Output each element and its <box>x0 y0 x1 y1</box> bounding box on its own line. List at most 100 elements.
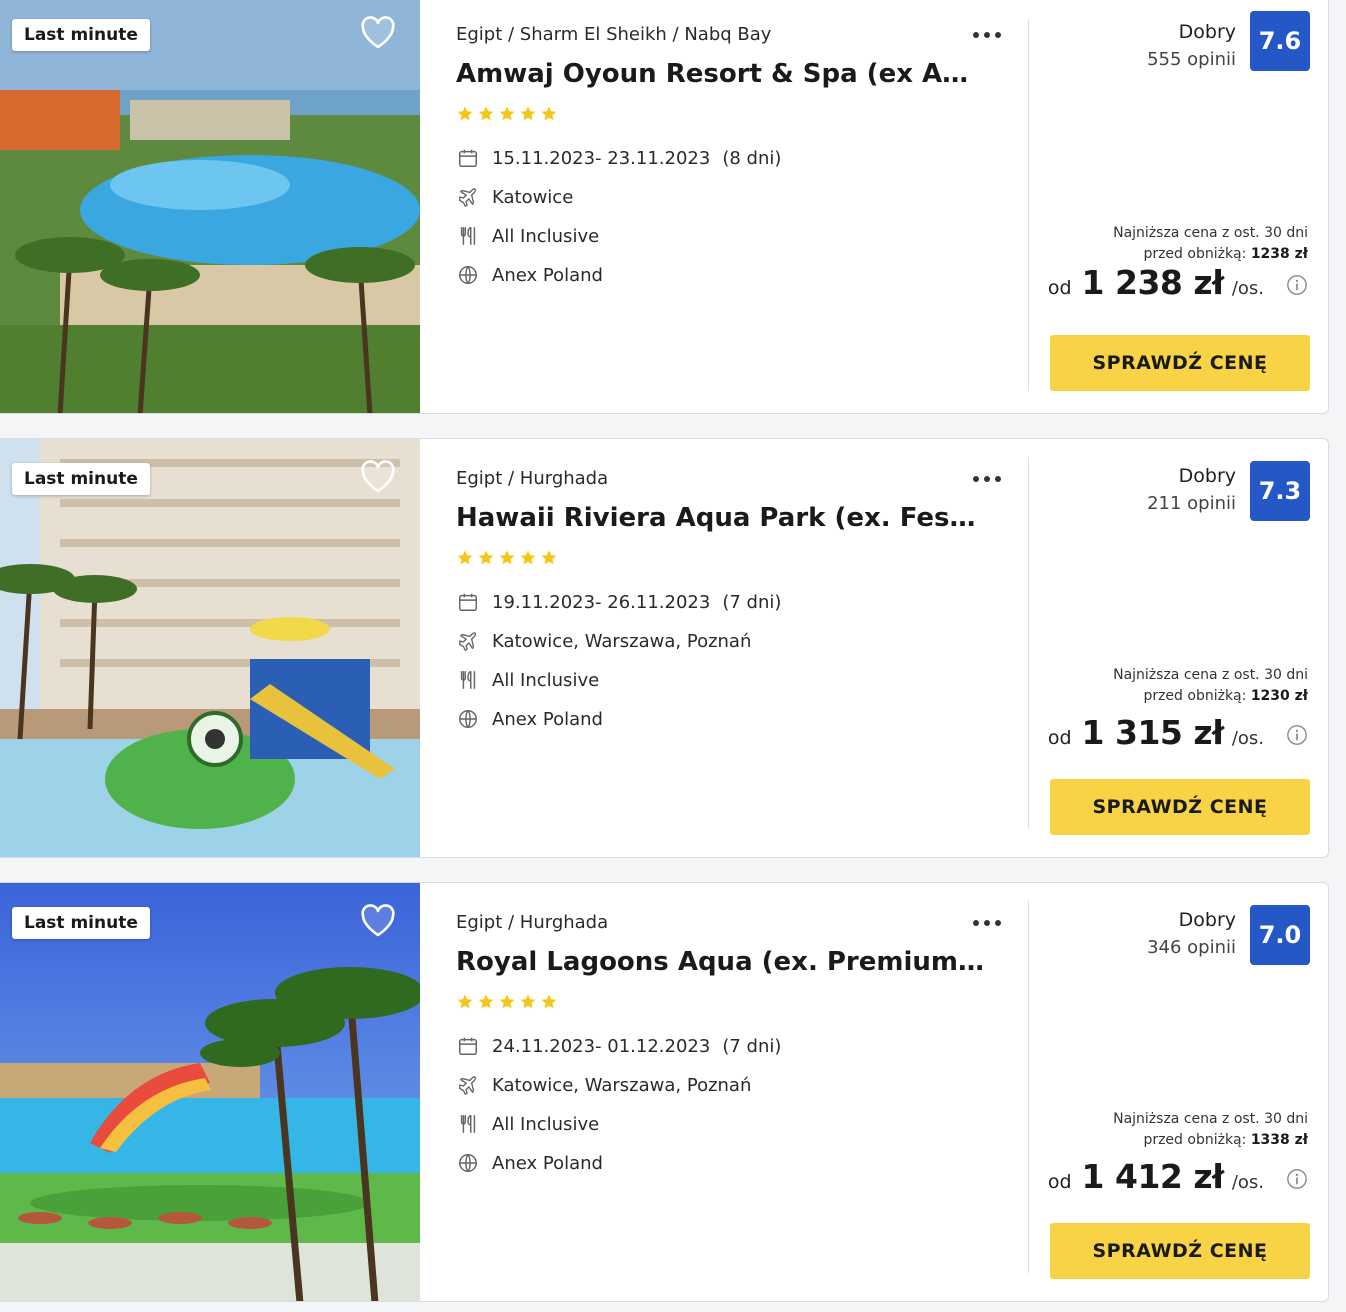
dates-row: 19.11.2023- 26.11.2023 (7 dni) <box>456 590 781 614</box>
check-price-button[interactable]: SPRAWDŹ CENĘ <box>1050 335 1310 391</box>
reviews-count[interactable]: 211 opinii <box>1147 493 1236 514</box>
more-options-icon[interactable] <box>971 472 1003 486</box>
plane-icon <box>456 1073 480 1097</box>
lowest-price-text: Najniższa cena z ost. 30 dni <box>1113 1111 1308 1127</box>
calendar-icon <box>456 1034 480 1058</box>
nights-count: (8 dni) <box>722 147 782 169</box>
board-type: All Inclusive <box>492 1113 600 1135</box>
price-suffix: /os. <box>1231 1172 1264 1193</box>
info-icon[interactable] <box>1286 274 1308 296</box>
favorite-heart-icon[interactable] <box>360 460 396 494</box>
star-icon <box>456 105 474 123</box>
hotel-title[interactable]: Royal Lagoons Aqua (ex. Premium Blue Lag… <box>456 947 984 977</box>
tour-operator: Anex Poland <box>492 264 603 286</box>
nights-count: (7 dni) <box>722 591 782 613</box>
departure-row: Katowice, Warszawa, Poznań <box>456 629 751 653</box>
star-icon <box>456 549 474 567</box>
lowest-price-note: Najniższa cena z ost. 30 dni przed obniż… <box>1113 1109 1308 1151</box>
star-icon <box>498 105 516 123</box>
reviews-count[interactable]: 346 opinii <box>1147 937 1236 958</box>
star-rating <box>456 105 558 123</box>
tour-operator: Anex Poland <box>492 1152 603 1174</box>
calendar-icon <box>456 590 480 614</box>
location-breadcrumb[interactable]: Egipt / Hurghada <box>456 468 608 489</box>
rating-label: Dobry <box>1178 21 1236 43</box>
globe-icon <box>456 263 480 287</box>
star-icon <box>519 993 537 1011</box>
hotel-title[interactable]: Amwaj Oyoun Resort & Spa (ex AA Amwaj Re… <box>456 59 984 89</box>
divider <box>1028 901 1029 1273</box>
favorite-heart-icon[interactable] <box>360 16 396 50</box>
tour-operator: Anex Poland <box>492 708 603 730</box>
star-icon <box>498 549 516 567</box>
star-icon <box>477 549 495 567</box>
rating-score-badge: 7.6 <box>1250 11 1310 71</box>
location-breadcrumb[interactable]: Egipt / Hurghada <box>456 912 608 933</box>
star-icon <box>477 105 495 123</box>
hotel-photo[interactable]: Last minute <box>0 883 420 1301</box>
departure-cities: Katowice <box>492 186 574 208</box>
favorite-heart-icon[interactable] <box>360 904 396 938</box>
hotel-photo[interactable]: Last minute <box>0 439 420 857</box>
info-icon[interactable] <box>1286 724 1308 746</box>
lowest-price-note: Najniższa cena z ost. 30 dni przed obniż… <box>1113 665 1308 707</box>
more-options-icon[interactable] <box>971 916 1003 930</box>
lowest-price-value: 1230 zł <box>1250 688 1308 704</box>
price-prefix: od <box>1047 727 1072 749</box>
lowest-price-text: Najniższa cena z ost. 30 dni <box>1113 225 1308 241</box>
operator-row: Anex Poland <box>456 707 603 731</box>
globe-icon <box>456 1151 480 1175</box>
last-minute-badge: Last minute <box>12 463 150 495</box>
reviews-count[interactable]: 555 opinii <box>1147 49 1236 70</box>
star-icon <box>540 993 558 1011</box>
price-amount: 1 315 zł <box>1081 713 1225 752</box>
last-minute-badge: Last minute <box>12 19 150 51</box>
offer-card[interactable]: Last minute Egipt / Hurghada Royal Lagoo… <box>0 882 1329 1302</box>
price-line: od 1 412 zł /os. <box>1048 1157 1308 1196</box>
palm-lagoon-photo <box>0 883 420 1301</box>
info-icon[interactable] <box>1286 1168 1308 1190</box>
hotel-title[interactable]: Hawaii Riviera Aqua Park (ex. Festival R… <box>456 503 984 533</box>
board-row: All Inclusive <box>456 224 599 248</box>
star-icon <box>519 105 537 123</box>
more-options-icon[interactable] <box>971 28 1003 42</box>
lowest-price-before: przed obniżką: <box>1143 1132 1247 1148</box>
cutlery-icon <box>456 668 480 692</box>
price-amount: 1 238 zł <box>1081 263 1225 302</box>
divider <box>1028 457 1029 829</box>
hotel-aquapark-photo <box>0 439 420 857</box>
check-price-button[interactable]: SPRAWDŹ CENĘ <box>1050 1223 1310 1279</box>
star-icon <box>498 993 516 1011</box>
location-breadcrumb[interactable]: Egipt / Sharm El Sheikh / Nabq Bay <box>456 24 771 45</box>
departure-row: Katowice <box>456 185 573 209</box>
star-icon <box>519 549 537 567</box>
date-range: 15.11.2023- 23.11.2023 <box>492 147 711 169</box>
star-icon <box>477 993 495 1011</box>
date-range: 19.11.2023- 26.11.2023 <box>492 591 711 613</box>
plane-icon <box>456 185 480 209</box>
offer-card[interactable]: Last minute Egipt / Hurghada Hawaii Rivi… <box>0 438 1329 858</box>
globe-icon <box>456 707 480 731</box>
hotel-photo[interactable]: Last minute <box>0 0 420 413</box>
price-line: od 1 238 zł /os. <box>1048 263 1308 302</box>
dates-row: 24.11.2023- 01.12.2023 (7 dni) <box>456 1034 781 1058</box>
operator-row: Anex Poland <box>456 1151 603 1175</box>
rating-score-badge: 7.0 <box>1250 905 1310 965</box>
operator-row: Anex Poland <box>456 263 603 287</box>
check-price-button[interactable]: SPRAWDŹ CENĘ <box>1050 779 1310 835</box>
last-minute-badge: Last minute <box>12 907 150 939</box>
star-icon <box>456 993 474 1011</box>
board-type: All Inclusive <box>492 225 600 247</box>
departure-cities: Katowice, Warszawa, Poznań <box>492 1074 752 1096</box>
dates-row: 15.11.2023- 23.11.2023 (8 dni) <box>456 146 781 170</box>
lowest-price-before: przed obniżką: <box>1143 688 1247 704</box>
lowest-price-note: Najniższa cena z ost. 30 dni przed obniż… <box>1113 223 1308 265</box>
offer-card[interactable]: Last minute Egipt / Sharm El Sheikh / Na… <box>0 0 1329 414</box>
cutlery-icon <box>456 1112 480 1136</box>
resort-pool-photo <box>0 0 420 413</box>
departure-row: Katowice, Warszawa, Poznań <box>456 1073 751 1097</box>
departure-cities: Katowice, Warszawa, Poznań <box>492 630 752 652</box>
star-rating <box>456 549 558 567</box>
rating-score-badge: 7.3 <box>1250 461 1310 521</box>
rating-label: Dobry <box>1178 465 1236 487</box>
